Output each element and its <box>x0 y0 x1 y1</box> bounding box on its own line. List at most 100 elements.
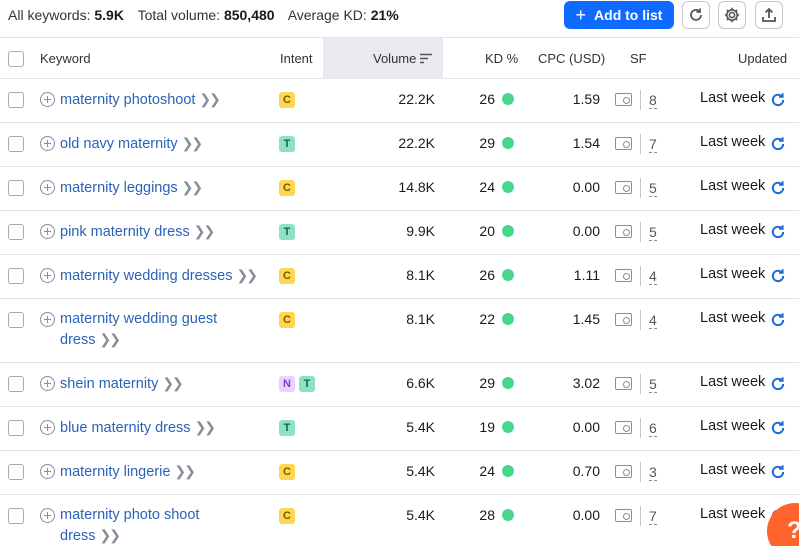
chevron-double-right-icon[interactable]: ❯❯ <box>194 223 216 239</box>
sf-divider <box>640 310 641 330</box>
refresh-button[interactable] <box>682 1 710 29</box>
add-keyword-icon[interactable] <box>40 464 55 479</box>
serp-features-count[interactable]: 4 <box>649 312 657 329</box>
chevron-double-right-icon[interactable]: ❯❯ <box>236 267 258 283</box>
chevron-double-right-icon[interactable]: ❯❯ <box>162 375 184 391</box>
intent-cell: T <box>279 224 295 240</box>
serp-features-count[interactable]: 5 <box>649 180 657 197</box>
row-checkbox[interactable] <box>8 464 24 480</box>
chevron-double-right-icon[interactable]: ❯❯ <box>182 135 204 151</box>
column-intent[interactable]: Intent <box>280 51 313 66</box>
add-to-list-button[interactable]: + Add to list <box>564 1 674 29</box>
keyword-link[interactable]: maternity lingerie <box>60 464 170 480</box>
kd-cell: 20 <box>479 223 495 239</box>
keyword-link[interactable]: pink maternity dress <box>60 224 190 240</box>
serp-features-count[interactable]: 4 <box>649 268 657 285</box>
add-keyword-icon[interactable] <box>40 376 55 391</box>
refresh-icon[interactable] <box>770 92 786 108</box>
column-kd[interactable]: KD % <box>485 51 518 66</box>
add-keyword-icon[interactable] <box>40 92 55 107</box>
settings-button[interactable] <box>718 1 746 29</box>
refresh-icon[interactable] <box>770 376 786 392</box>
refresh-icon[interactable] <box>770 268 786 284</box>
serp-preview-icon[interactable] <box>615 421 632 434</box>
chevron-double-right-icon[interactable]: ❯❯ <box>174 463 196 479</box>
serp-features-count[interactable]: 8 <box>649 92 657 109</box>
keyword-cell: shein maternity ❯❯ <box>60 373 184 394</box>
serp-preview-icon[interactable] <box>615 269 632 282</box>
chevron-double-right-icon[interactable]: ❯❯ <box>99 331 121 347</box>
keyword-link[interactable]: maternity leggings <box>60 180 178 196</box>
serp-preview-icon[interactable] <box>615 181 632 194</box>
serp-preview-icon[interactable] <box>615 313 632 326</box>
row-checkbox[interactable] <box>8 508 24 524</box>
row-checkbox[interactable] <box>8 376 24 392</box>
column-updated[interactable]: Updated <box>738 51 787 66</box>
keyword-link[interactable]: maternity photoshoot <box>60 92 195 108</box>
intent-cell: C <box>279 508 295 524</box>
sf-divider <box>640 222 641 242</box>
keyword-cell: maternity lingerie ❯❯ <box>60 461 196 482</box>
export-button[interactable] <box>755 1 783 29</box>
column-sf[interactable]: SF <box>630 51 647 66</box>
serp-features-count[interactable]: 3 <box>649 464 657 481</box>
serp-preview-icon[interactable] <box>615 377 632 390</box>
serp-preview-icon[interactable] <box>615 509 632 522</box>
table-row: maternity wedding guest dress ❯❯ C 8.1K 22 1.… <box>0 299 799 363</box>
keyword-link[interactable]: maternity photo shoot dress <box>60 507 199 544</box>
row-checkbox[interactable] <box>8 268 24 284</box>
serp-features-count[interactable]: 5 <box>649 224 657 241</box>
help-label: ? <box>787 517 799 545</box>
add-keyword-icon[interactable] <box>40 508 55 523</box>
updated-cell: Last week <box>700 266 766 282</box>
add-keyword-icon[interactable] <box>40 268 55 283</box>
serp-features-count[interactable]: 7 <box>649 508 657 525</box>
serp-preview-icon[interactable] <box>615 225 632 238</box>
row-checkbox[interactable] <box>8 136 24 152</box>
intent-cell: C <box>279 268 295 284</box>
intent-badge: C <box>279 268 295 284</box>
add-keyword-icon[interactable] <box>40 420 55 435</box>
keyword-link[interactable]: maternity wedding guest dress <box>60 311 217 348</box>
refresh-icon[interactable] <box>770 312 786 328</box>
keyword-link[interactable]: old navy maternity <box>60 136 178 152</box>
sf-divider <box>640 374 641 394</box>
serp-features-count[interactable]: 5 <box>649 376 657 393</box>
serp-preview-icon[interactable] <box>615 93 632 106</box>
select-all-checkbox[interactable] <box>8 51 24 67</box>
cpc-cell: 3.02 <box>572 375 600 391</box>
column-volume[interactable]: Volume <box>373 51 416 66</box>
add-keyword-icon[interactable] <box>40 136 55 151</box>
chevron-double-right-icon[interactable]: ❯❯ <box>199 91 221 107</box>
intent-cell: T <box>279 136 295 152</box>
chevron-double-right-icon[interactable]: ❯❯ <box>99 527 121 543</box>
keyword-link[interactable]: shein maternity <box>60 376 158 392</box>
add-keyword-icon[interactable] <box>40 180 55 195</box>
add-keyword-icon[interactable] <box>40 312 55 327</box>
refresh-icon[interactable] <box>770 136 786 152</box>
column-cpc[interactable]: CPC (USD) <box>538 51 605 66</box>
volume-cell: 22.2K <box>398 91 435 107</box>
chevron-double-right-icon[interactable]: ❯❯ <box>182 179 204 195</box>
row-checkbox[interactable] <box>8 420 24 436</box>
row-checkbox[interactable] <box>8 180 24 196</box>
refresh-icon[interactable] <box>770 464 786 480</box>
add-keyword-icon[interactable] <box>40 224 55 239</box>
serp-preview-icon[interactable] <box>615 137 632 150</box>
sort-descending-icon[interactable] <box>420 53 432 64</box>
keyword-link[interactable]: maternity wedding dresses <box>60 268 232 284</box>
serp-features-count[interactable]: 7 <box>649 136 657 153</box>
row-checkbox[interactable] <box>8 224 24 240</box>
chevron-double-right-icon[interactable]: ❯❯ <box>195 419 217 435</box>
refresh-icon[interactable] <box>770 420 786 436</box>
intent-badge: T <box>279 224 295 240</box>
refresh-icon[interactable] <box>770 224 786 240</box>
kd-indicator-dot <box>502 269 514 281</box>
refresh-icon[interactable] <box>770 180 786 196</box>
serp-preview-icon[interactable] <box>615 465 632 478</box>
row-checkbox[interactable] <box>8 92 24 108</box>
row-checkbox[interactable] <box>8 312 24 328</box>
serp-features-count[interactable]: 6 <box>649 420 657 437</box>
column-keyword[interactable]: Keyword <box>40 51 91 66</box>
keyword-link[interactable]: blue maternity dress <box>60 420 191 436</box>
